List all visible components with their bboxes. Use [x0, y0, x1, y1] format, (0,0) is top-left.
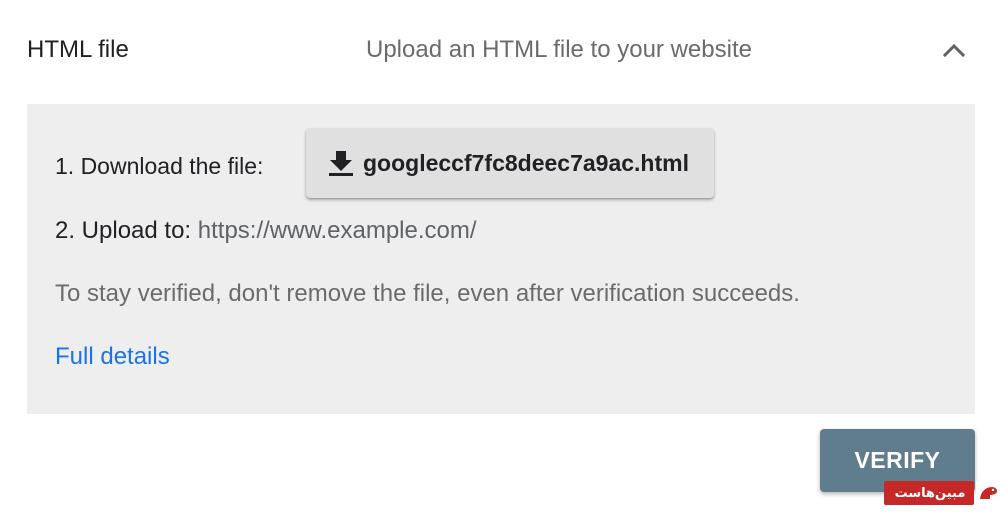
- download-file-button[interactable]: googleccf7fc8deec7a9ac.html: [306, 128, 714, 198]
- upload-url: https://www.example.com/: [197, 217, 477, 244]
- full-details-link[interactable]: Full details: [55, 341, 170, 373]
- watermark-text: مبین‌هاست: [894, 485, 966, 500]
- method-title: HTML file: [27, 36, 129, 63]
- step-upload: 2. Upload to: https://www.example.com/: [55, 215, 477, 247]
- verification-note: To stay verified, don't remove the file,…: [55, 280, 800, 307]
- step-download-label: 1. Download the file:: [55, 153, 264, 179]
- method-subtitle: Upload an HTML file to your website: [366, 36, 752, 63]
- watermark-badge: مبین‌هاست: [884, 481, 974, 505]
- collapse-button[interactable]: [936, 32, 972, 68]
- watermark-logo-icon: [976, 481, 1000, 505]
- download-file-name: googleccf7fc8deec7a9ac.html: [363, 150, 689, 176]
- method-header[interactable]: HTML file Upload an HTML file to your we…: [0, 0, 1000, 100]
- watermark: مبین‌هاست: [884, 481, 1000, 505]
- method-details-panel: 1. Download the file: googleccf7fc8deec7…: [27, 104, 975, 414]
- verification-method-page: HTML file Upload an HTML file to your we…: [0, 0, 1000, 525]
- chevron-up-icon: [942, 43, 966, 58]
- step-upload-label: 2. Upload to:: [55, 217, 192, 244]
- download-icon: [329, 151, 353, 176]
